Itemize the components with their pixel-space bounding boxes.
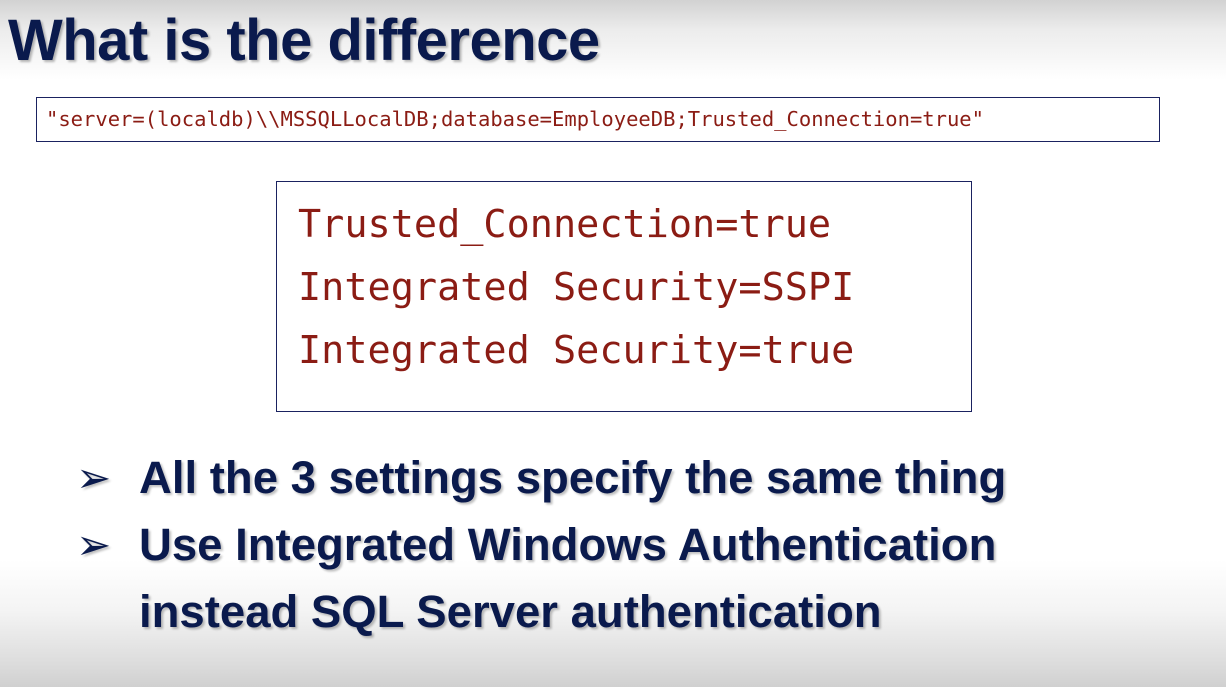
bullet-list: ➢ All the 3 settings specify the same th… (76, 444, 1196, 645)
bullet-text: Use Integrated Windows Authentication (139, 519, 997, 570)
bullet-text: instead SQL Server authentication (139, 586, 882, 637)
slide-title: What is the difference (8, 8, 600, 73)
bullet-continuation: instead SQL Server authentication (76, 578, 1196, 645)
arrow-bullet-icon: ➢ (76, 453, 112, 502)
arrow-bullet-icon: ➢ (76, 520, 112, 569)
bullet-item: ➢ Use Integrated Windows Authentication (76, 511, 1196, 578)
setting-integrated-security-true: Integrated Security=true (298, 328, 855, 373)
bullet-text: All the 3 settings specify the same thin… (139, 452, 1007, 503)
bullet-item: ➢ All the 3 settings specify the same th… (76, 444, 1196, 511)
settings-box: Trusted_Connection=true Integrated Secur… (276, 181, 972, 412)
connection-string-box: "server=(localdb)\\MSSQLLocalDB;database… (36, 97, 1160, 142)
